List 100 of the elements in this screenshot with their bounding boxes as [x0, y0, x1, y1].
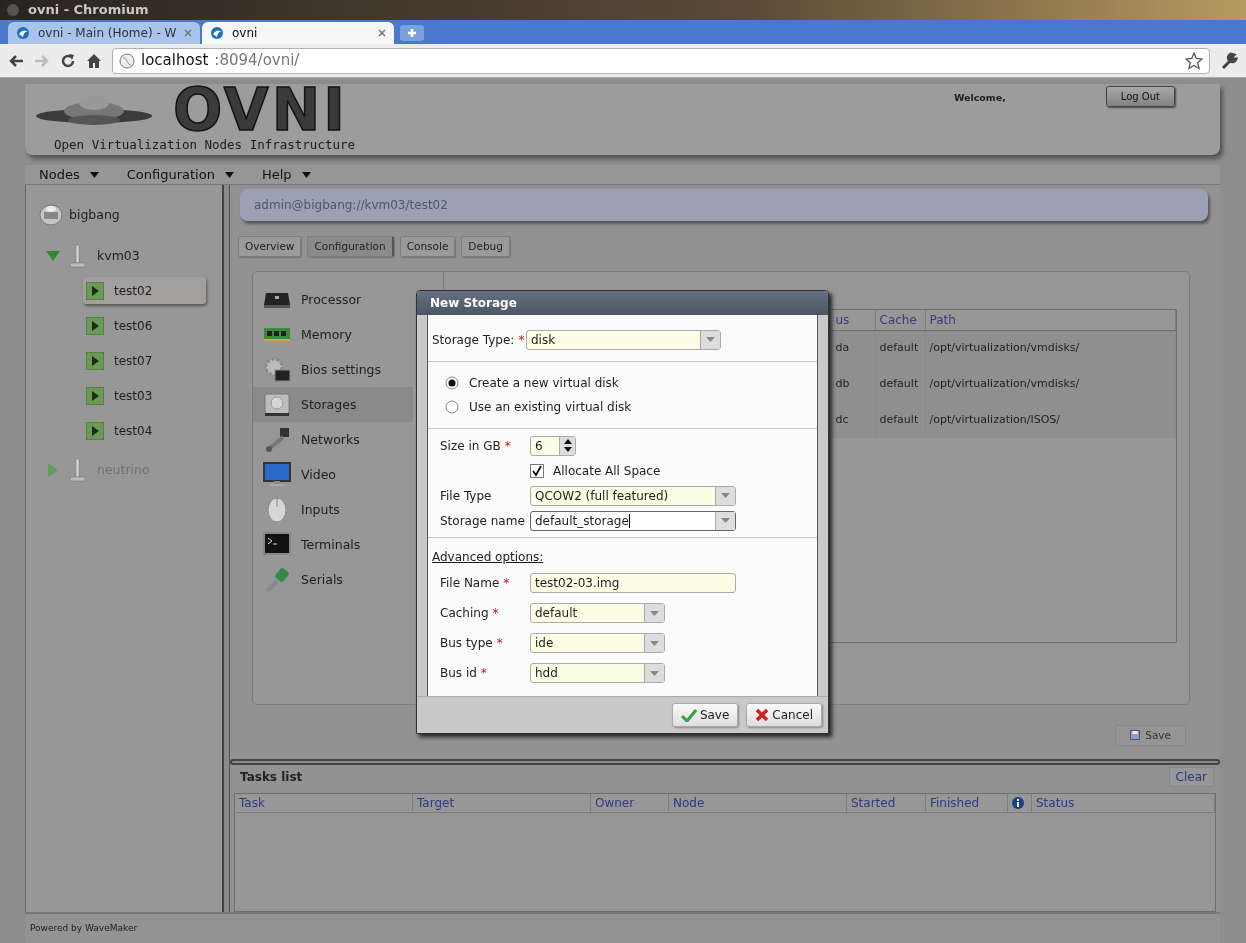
column-header[interactable]: Target: [413, 794, 591, 813]
gear-icon: [263, 356, 291, 383]
footer-text: Powered by WaveMaker: [25, 912, 1220, 943]
field-label: File Type: [439, 487, 493, 505]
reload-icon[interactable]: [60, 52, 76, 69]
terminal-icon: [263, 531, 291, 558]
config-section-item[interactable]: Bios settings: [253, 352, 413, 388]
play-icon: [86, 421, 104, 440]
cross-icon: [755, 708, 770, 722]
field-label: Storage Type: *: [431, 331, 526, 349]
field-label: Size in GB *: [439, 437, 512, 455]
config-section-item[interactable]: Serials: [253, 562, 413, 598]
config-section-item[interactable]: Storages: [253, 387, 413, 423]
play-icon: [86, 351, 104, 370]
field-label: Caching *: [439, 605, 500, 622]
table-cell: /opt/virtualization/ISOS/: [925, 402, 1176, 439]
dropdown-arrow-icon: [650, 610, 659, 616]
dropdown-field[interactable]: default: [530, 603, 665, 623]
column-header[interactable]: Task: [235, 794, 413, 813]
column-header[interactable]: Finished: [926, 794, 1008, 813]
server-tower-icon: [68, 457, 87, 482]
cancel-button[interactable]: Cancel: [746, 703, 822, 727]
globe-icon: [119, 52, 135, 69]
close-icon[interactable]: [184, 29, 192, 37]
checkbox-label: Allocate All Space: [553, 462, 661, 480]
browser-tab[interactable]: ovni: [202, 22, 394, 44]
radio-label: Use an existing virtual disk: [469, 399, 632, 416]
column-header[interactable]: Status: [1032, 794, 1215, 813]
save-button[interactable]: Save: [671, 703, 739, 727]
config-section-item[interactable]: Video: [253, 457, 413, 493]
dropdown-arrow-icon: [721, 518, 730, 523]
config-section-item[interactable]: Terminals: [253, 527, 413, 563]
tree-item[interactable]: test06: [83, 312, 206, 340]
config-section-item[interactable]: Networks: [253, 422, 413, 458]
table-cell: default: [875, 330, 925, 367]
dropdown-field[interactable]: QCOW2 (full featured): [530, 485, 736, 506]
tree-item[interactable]: bigbang: [69, 205, 120, 225]
menu-item[interactable]: Nodes: [25, 164, 113, 185]
down-arrow-icon[interactable]: [563, 447, 572, 452]
server-icon: [39, 202, 63, 227]
dropdown-field[interactable]: ide: [530, 633, 665, 653]
dropdown-field[interactable]: disk: [526, 329, 721, 350]
browser-logo-icon: [16, 26, 30, 40]
clear-button[interactable]: Clear: [1168, 767, 1214, 788]
new-tab-button[interactable]: [400, 25, 424, 41]
field-label: Bus id *: [439, 665, 488, 682]
panel-title: Tasks list: [240, 769, 303, 787]
dropdown-field[interactable]: default_storage: [530, 510, 736, 531]
logo-text: OVNI: [173, 84, 348, 136]
up-arrow-icon[interactable]: [563, 439, 572, 444]
tab[interactable]: Debug: [461, 236, 510, 258]
section-heading: Advanced options:: [431, 549, 545, 566]
caret-icon: [301, 171, 311, 178]
tab[interactable]: Console: [399, 236, 456, 258]
plug-icon: [263, 426, 291, 453]
tab[interactable]: Configuration: [307, 236, 394, 258]
server-tower-icon: [68, 243, 87, 268]
splitter[interactable]: [222, 185, 230, 913]
column-header[interactable]: Owner: [591, 794, 669, 813]
tab[interactable]: Overview: [238, 236, 302, 258]
config-section-item[interactable]: Inputs: [253, 492, 413, 528]
table-cell: default: [875, 366, 925, 403]
text-field[interactable]: test02-03.img: [530, 573, 736, 593]
number-field[interactable]: 6: [530, 435, 576, 456]
info-icon: [1012, 797, 1024, 810]
radio-label: Create a new virtual disk: [469, 375, 619, 392]
radio-button[interactable]: [445, 376, 459, 390]
radio-button[interactable]: [445, 400, 459, 414]
save-button[interactable]: Save: [1115, 724, 1186, 747]
checkbox[interactable]: [530, 463, 544, 478]
tree-item[interactable]: test07: [83, 347, 206, 375]
config-section-item[interactable]: Memory: [253, 317, 413, 353]
window-title: ovni - Chromium: [28, 1, 149, 20]
dropdown-arrow-icon: [650, 640, 659, 646]
tree-item[interactable]: test04: [83, 417, 206, 445]
address-field[interactable]: localhost :8094/ovni/: [112, 47, 1210, 74]
column-header[interactable]: Started: [847, 794, 926, 813]
tree-item[interactable]: kvm03: [97, 246, 140, 266]
dropdown-field[interactable]: hdd: [530, 663, 665, 683]
column-header[interactable]: Node: [669, 794, 847, 813]
menu-item[interactable]: Configuration: [112, 164, 248, 185]
connector-icon: [263, 566, 291, 593]
back-icon[interactable]: [8, 53, 24, 68]
field-label: File Name *: [439, 575, 511, 592]
config-section-item[interactable]: Processor: [253, 282, 413, 318]
tree-item[interactable]: test02: [83, 277, 206, 305]
wrench-icon[interactable]: [1220, 51, 1238, 70]
field-label: Bus type *: [439, 635, 504, 652]
logout-button[interactable]: Log Out: [1105, 86, 1175, 107]
browser-tab[interactable]: ovni - Main (Home) - W: [8, 22, 200, 44]
close-icon[interactable]: [378, 29, 386, 37]
menu-item[interactable]: Help: [247, 164, 325, 185]
table-cell: /opt/virtualization/vmdisks/: [925, 330, 1176, 367]
home-icon[interactable]: [86, 52, 102, 69]
tree-item[interactable]: test03: [83, 382, 206, 410]
star-icon[interactable]: [1185, 51, 1203, 70]
app-icon: [6, 3, 20, 17]
check-icon: [680, 708, 697, 722]
play-icon: [86, 386, 104, 405]
splitter[interactable]: [230, 759, 1220, 766]
